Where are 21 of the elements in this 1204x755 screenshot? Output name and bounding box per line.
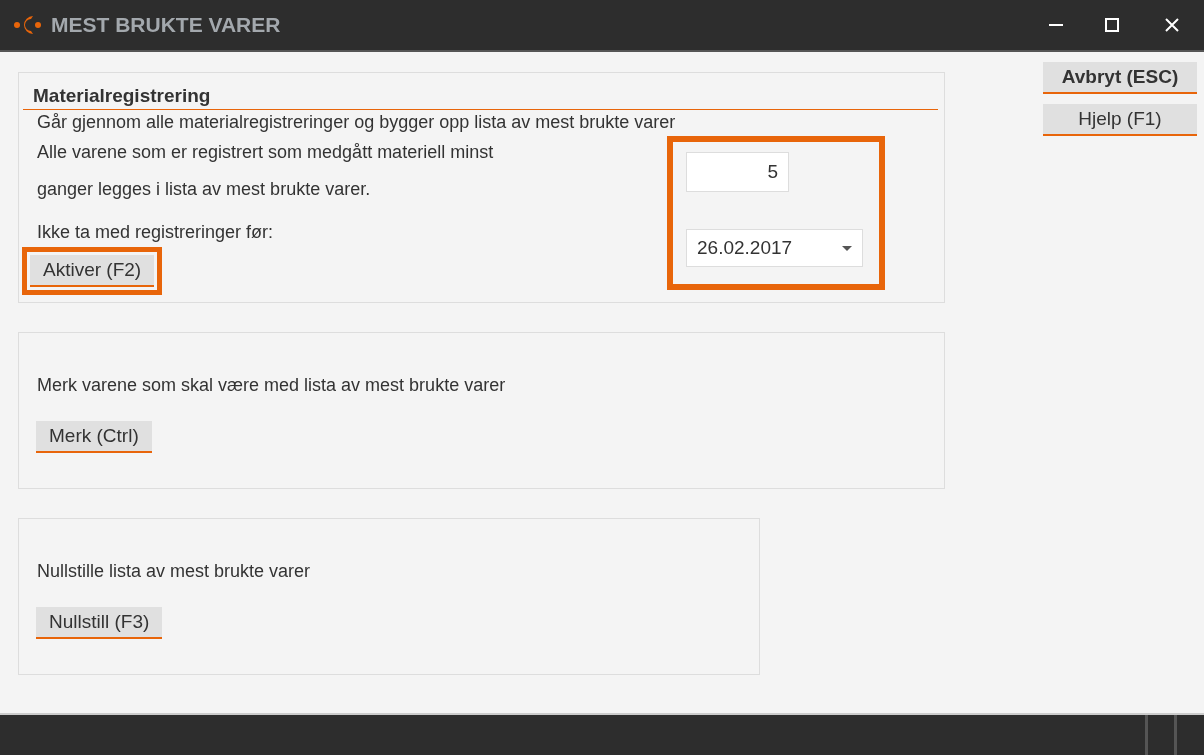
minimize-icon — [1049, 24, 1063, 26]
description-text: Alle varene som er registrert som medgått materiell minst — [37, 141, 495, 164]
section-heading: Materialregistrering — [33, 84, 212, 108]
caret-icon — [842, 245, 852, 251]
description-text: ganger legges i lista av mest brukte varer. — [37, 178, 372, 201]
description-text: Nullstille lista av mest brukte varer — [37, 560, 312, 583]
date-dropdown[interactable]: 26.02.2017 — [686, 229, 863, 267]
description-text: Går gjennom alle materialregistreringer og bygger opp lista av mest brukte varer — [37, 111, 677, 134]
window-title: MEST BRUKTE VARER — [51, 12, 281, 39]
action-button[interactable]: Aktiver (F2) — [30, 255, 155, 287]
maximize-icon — [1105, 18, 1119, 32]
side-button[interactable]: Hjelp (F1) — [1043, 104, 1197, 136]
description-text: Ikke ta med registreringer før: — [37, 221, 275, 244]
action-button[interactable]: Merk (Ctrl) — [36, 421, 152, 453]
close-icon — [1165, 18, 1179, 32]
action-button[interactable]: Nullstill (F3) — [36, 607, 163, 639]
date-value: 26.02.2017 — [697, 235, 793, 260]
description-text: Merk varene som skal være med lista av mest brukte varer — [37, 374, 507, 397]
side-button[interactable]: Avbryt (ESC) — [1043, 62, 1197, 94]
app-logo-icon — [13, 14, 43, 36]
number-field[interactable]: 5 — [686, 152, 789, 192]
